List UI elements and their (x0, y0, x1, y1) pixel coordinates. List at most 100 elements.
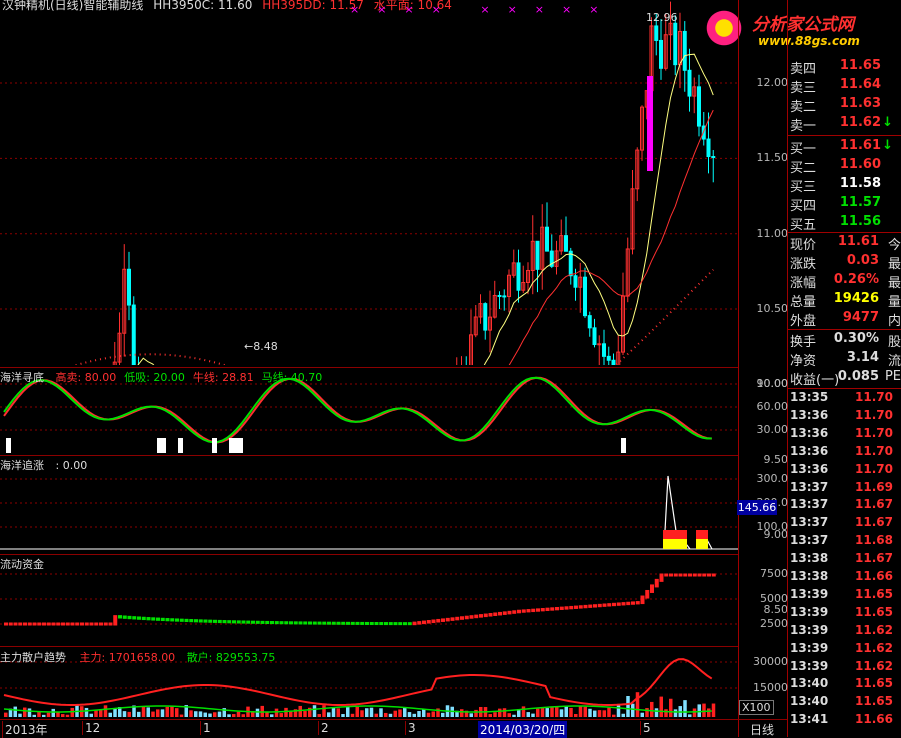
tick-price: 11.65 (855, 676, 893, 691)
quote-value: 19426 (833, 291, 879, 306)
tick-time: 13:41 (790, 712, 829, 727)
panel3-title: 流动资金 (0, 558, 44, 571)
panel4-retail: 散户: 829553.75 (186, 651, 276, 664)
panel1-tick: 60.00 (756, 400, 789, 413)
stat-tail: 股 (887, 335, 901, 350)
tick-row: 13:37 11.68 (790, 533, 901, 551)
quote-label: 买五 (790, 218, 817, 233)
x-axis: 2014/03/20/四 日线 2013年 12 1 2 3 5 (0, 719, 787, 738)
tick-time: 13:39 (790, 604, 829, 619)
tick-row: 13:38 11.66 (790, 569, 901, 587)
quote-row: 买一 11.61 ↓ (790, 138, 901, 157)
panel3-tick: 2500 (760, 617, 788, 630)
tick-price: 11.65 (855, 694, 893, 709)
quote-value: 11.62 (839, 115, 881, 130)
tick-price: 11.67 (855, 551, 893, 566)
price-tick: 11.50 (756, 151, 789, 165)
tick-price: 11.65 (855, 604, 893, 619)
tick-time: 13:40 (790, 676, 829, 691)
stat-tail: 最 (887, 276, 901, 291)
quote-value: 11.60 (839, 157, 881, 172)
tick-time: 13:39 (790, 640, 829, 655)
tick-price: 11.62 (855, 640, 893, 655)
panel-liudong-zijin[interactable] (0, 555, 738, 646)
quote-row: 涨跌 0.03 最 (790, 253, 901, 272)
panel2-title: 海洋追涨 (0, 459, 44, 472)
quote-value: 0.085 (837, 369, 879, 384)
tick-price: 11.66 (855, 712, 893, 727)
tick-time: 13:38 (790, 551, 829, 566)
tick-time: 13:35 (790, 390, 829, 404)
header-line1: HH3950C: 11.60 (153, 0, 253, 12)
tick-price: 11.65 (855, 586, 893, 601)
panel4-title: 主力散户趋势 (0, 651, 66, 664)
quote-value: 11.57 (839, 195, 881, 210)
stat-tail: 今 (887, 238, 901, 253)
stat-tail: 内 (887, 314, 901, 329)
tick-price: 11.62 (855, 658, 893, 673)
low-value: 8.48 (253, 340, 278, 353)
x-cursor-date[interactable]: 2014/03/20/四 (478, 721, 568, 738)
tick-price: 11.70 (855, 461, 893, 476)
quote-label: 买三 (790, 180, 817, 195)
quote-value: 3.14 (846, 350, 879, 365)
price-tick: 12.00 (756, 76, 789, 89)
quote-value: 0.30% (833, 331, 879, 346)
logo: 分析家公式网 www.88gs.com (700, 4, 900, 54)
tick-row: 13:36 11.70 (790, 462, 901, 480)
tick-row: 13:39 11.65 (790, 587, 901, 605)
stat-tail: PE (884, 369, 901, 384)
panel2-value-badge: 145.66 (737, 500, 777, 515)
tick-time: 13:38 (790, 569, 829, 583)
x-tick: 2013年 (2, 721, 48, 738)
kline-chart[interactable] (0, 0, 738, 365)
panel1-axis: 90.00 60.00 30.00 (740, 368, 789, 455)
quote-label: 总量 (790, 295, 817, 310)
panel4-main: 主力: 1701658.00 (79, 651, 176, 664)
tick-row: 13:37 11.67 (790, 515, 901, 533)
quote-label: 现价 (790, 238, 817, 253)
panel2-tick: 300.0 (756, 472, 789, 485)
x-period[interactable]: 日线 (750, 721, 774, 738)
tick-row: 13:37 11.69 (790, 480, 901, 498)
quote-row: 买二 11.60 (790, 157, 901, 176)
x-tick: 3 (405, 721, 416, 735)
tick-time: 13:37 (790, 515, 829, 530)
quote-label: 买一 (790, 142, 817, 157)
header-markers: ×××× ××××× (350, 3, 617, 16)
quote-value: 11.58 (839, 176, 881, 191)
quote-label: 卖二 (790, 100, 817, 115)
panel-haiyang-zhuizhang[interactable] (0, 456, 738, 554)
panel1-legend-item: 高卖: 80.00 (55, 371, 117, 384)
quote-value: 0.03 (846, 253, 879, 268)
tick-row: 13:37 11.67 (790, 497, 901, 515)
quote-row: 净资 3.14 流 (790, 350, 901, 369)
tick-price: 11.67 (855, 497, 893, 512)
quote-value: 11.61 (837, 234, 879, 249)
price-tick: 11.00 (756, 226, 789, 240)
quote-label: 涨幅 (790, 276, 817, 291)
panel4-tick: 30000 (753, 655, 788, 668)
magenta-signal-bar (647, 76, 653, 171)
tick-row: 13:41 11.66 (790, 712, 901, 730)
x-tick: 12 (82, 721, 100, 735)
tick-row: 13:36 11.70 (790, 426, 901, 444)
quote-value: 11.63 (839, 96, 881, 111)
panel1-title: 海洋寻底 (0, 371, 44, 384)
tick-row: 13:38 11.67 (790, 551, 901, 569)
stat-tail: 流 (887, 354, 901, 369)
tick-price: 11.70 (855, 443, 893, 458)
quote-row: 卖二 11.63 (790, 96, 901, 115)
tick-row: 13:40 11.65 (790, 694, 901, 712)
quote-row: 卖三 11.64 (790, 77, 901, 96)
tick-price: 11.70 (855, 425, 893, 440)
tick-row: 13:39 11.62 (790, 659, 901, 677)
quote-row: 现价 11.61 今 (790, 234, 901, 253)
quote-label: 卖一 (790, 119, 817, 134)
panel1-legend-item: 马线: 40.70 (261, 371, 323, 384)
tick-price: 11.69 (855, 479, 893, 494)
tick-time: 13:40 (790, 694, 829, 709)
quote-value: 11.64 (839, 77, 881, 92)
x-tick: 1 (200, 721, 211, 735)
tick-time: 13:39 (790, 622, 829, 637)
